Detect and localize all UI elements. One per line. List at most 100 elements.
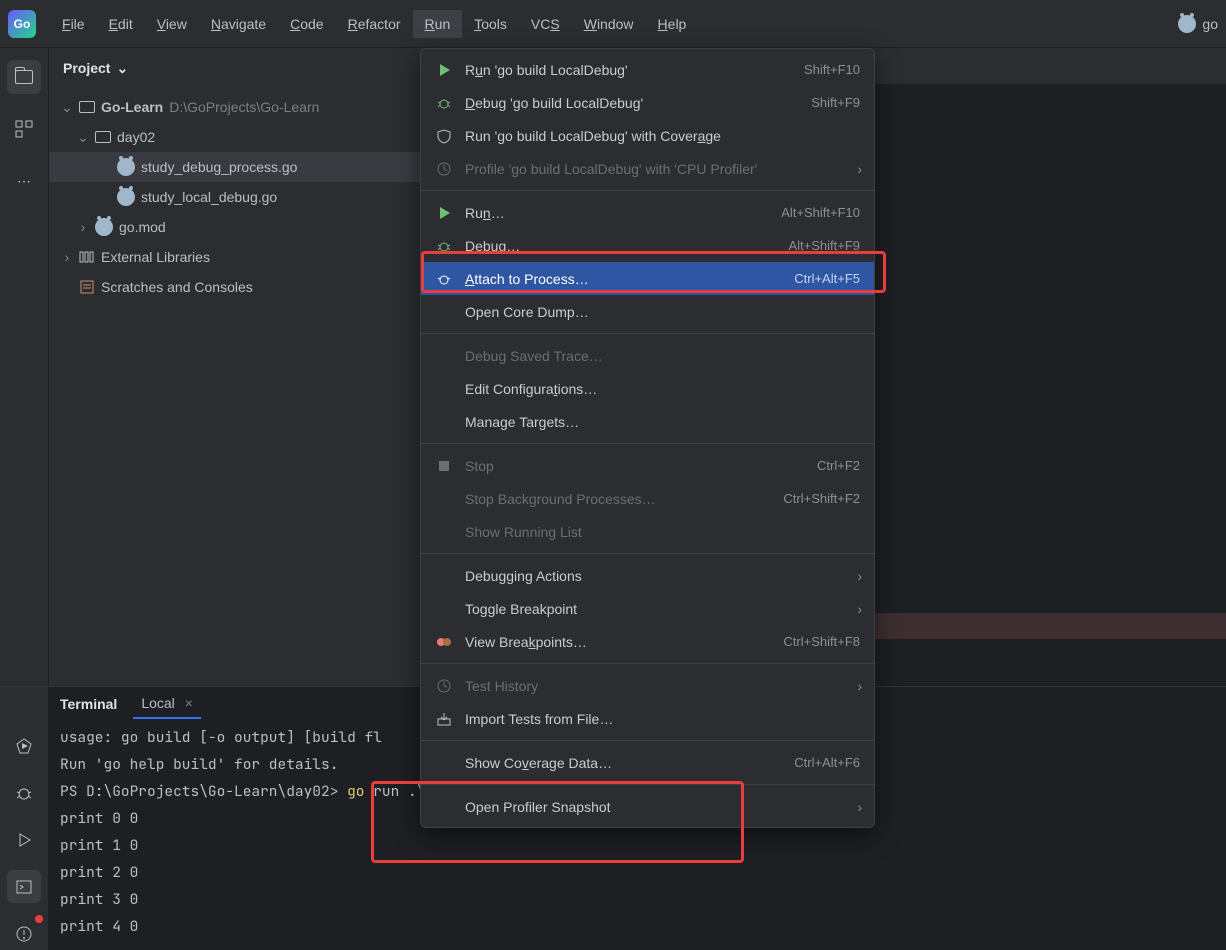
- menu-edit[interactable]: Edit: [97, 10, 145, 38]
- menu-help[interactable]: Help: [646, 10, 699, 38]
- debug-button[interactable]: [7, 777, 41, 810]
- play-icon: [15, 831, 33, 849]
- menu-item-show-coverage-data[interactable]: Show Coverage Data…Ctrl+Alt+F6: [421, 746, 874, 779]
- menu-item-run[interactable]: Run…Alt+Shift+F10: [421, 196, 874, 229]
- tree-root[interactable]: ⌄ Go-Learn D:\GoProjects\Go-Learn: [49, 92, 420, 122]
- menu-item-label: Stop Background Processes…: [465, 491, 771, 507]
- tree-file-gomod[interactable]: › go.mod: [49, 212, 420, 242]
- menu-item-debugging-actions[interactable]: Debugging Actions›: [421, 559, 874, 592]
- menu-item-view-breakpoints[interactable]: View Breakpoints…Ctrl+Shift+F8: [421, 625, 874, 658]
- menu-navigate[interactable]: Navigate: [199, 10, 278, 38]
- menu-shortcut: Ctrl+Alt+F6: [794, 755, 860, 770]
- menu-item-run-go-build-localdebug-with-coverage[interactable]: Run 'go build LocalDebug' with Coverage: [421, 119, 874, 152]
- menu-item-label: Show Running List: [465, 524, 860, 540]
- tree-external-libraries[interactable]: › External Libraries: [49, 242, 420, 272]
- menu-shortcut: Shift+F9: [811, 95, 860, 110]
- left-tool-strip: ⋯: [0, 48, 48, 686]
- chevron-right-icon: ›: [857, 678, 862, 694]
- menu-item-stop: Stop Ctrl+F2: [421, 449, 874, 482]
- cov-icon: [435, 128, 453, 144]
- warning-icon: [15, 925, 33, 943]
- menu-item-label: Edit Configurations…: [465, 381, 860, 397]
- terminal-line: print 3 0: [60, 886, 1216, 913]
- menu-item-edit-configurations[interactable]: Edit Configurations…: [421, 372, 874, 405]
- chevron-right-icon: ›: [77, 219, 89, 235]
- go-file-icon: [117, 188, 135, 206]
- menu-item-debug[interactable]: Debug…Alt+Shift+F9: [421, 229, 874, 262]
- run-config-label[interactable]: go: [1202, 16, 1218, 32]
- debug-icon: [435, 95, 453, 111]
- run-icon: [435, 205, 453, 221]
- menu-vcs[interactable]: VCS: [519, 10, 572, 38]
- menu-item-label: Toggle Breakpoint: [465, 601, 860, 617]
- menu-separator: [421, 740, 874, 741]
- bp-icon: [435, 634, 453, 650]
- folder-icon: [79, 101, 95, 113]
- prof-icon: [435, 161, 453, 177]
- menu-item-test-history: Test History›: [421, 669, 874, 702]
- problems-button[interactable]: [7, 917, 41, 950]
- menu-run[interactable]: Run: [413, 10, 463, 38]
- menu-item-manage-targets[interactable]: Manage Targets…: [421, 405, 874, 438]
- terminal-title: Terminal: [60, 696, 117, 712]
- project-header[interactable]: Project ⌄: [49, 48, 420, 88]
- terminal-button[interactable]: [7, 870, 41, 903]
- menu-item-run-go-build-localdebug[interactable]: Run 'go build LocalDebug' Shift+F10: [421, 53, 874, 86]
- run-button[interactable]: [7, 824, 41, 857]
- tree-scratches[interactable]: Scratches and Consoles: [49, 272, 420, 302]
- chevron-down-icon: ⌄: [116, 60, 128, 77]
- terminal-tab-local[interactable]: Local ×: [133, 689, 201, 719]
- menubar: Go FileEditViewNavigateCodeRefactorRunTo…: [0, 0, 1226, 48]
- terminal-icon: [15, 878, 33, 896]
- menu-item-label: Manage Targets…: [465, 414, 860, 430]
- menu-separator: [421, 333, 874, 334]
- tree-file-study-debug-process[interactable]: study_debug_process.go: [49, 152, 420, 182]
- debug-icon: [435, 238, 453, 254]
- terminal-line: print 2 0: [60, 859, 1216, 886]
- terminal-side-bar: [0, 720, 48, 950]
- run-menu-dropdown: Run 'go build LocalDebug' Shift+F10 Debug …: [420, 48, 875, 828]
- menu-shortcut: Shift+F10: [804, 62, 860, 77]
- library-icon: [79, 249, 95, 265]
- menu-shortcut: Ctrl+Shift+F8: [783, 634, 860, 649]
- menu-code[interactable]: Code: [278, 10, 335, 38]
- menu-window[interactable]: Window: [572, 10, 646, 38]
- structure-tool-button[interactable]: [7, 112, 41, 146]
- root-path: D:\GoProjects\Go-Learn: [169, 99, 319, 115]
- menu-item-label: Debug Saved Trace…: [465, 348, 860, 364]
- menu-view[interactable]: View: [145, 10, 199, 38]
- menu-item-open-profiler-snapshot[interactable]: Open Profiler Snapshot›: [421, 790, 874, 823]
- chevron-right-icon: ›: [857, 799, 862, 815]
- import-icon: [435, 711, 453, 727]
- file-label: study_debug_process.go: [141, 159, 297, 175]
- menu-item-stop-background-processes: Stop Background Processes…Ctrl+Shift+F2: [421, 482, 874, 515]
- terminal-line: print 1 0: [60, 832, 1216, 859]
- menubar-right: go: [1178, 15, 1218, 33]
- terminal-line: print 4 0: [60, 913, 1216, 940]
- menu-shortcut: Alt+Shift+F9: [788, 238, 860, 253]
- menu-item-label: Debug 'go build LocalDebug': [465, 95, 799, 111]
- project-tool-button[interactable]: [7, 60, 41, 94]
- menu-item-toggle-breakpoint[interactable]: Toggle Breakpoint›: [421, 592, 874, 625]
- menu-item-label: Run 'go build LocalDebug' with Coverage: [465, 128, 860, 144]
- structure-icon: [15, 120, 33, 138]
- menu-item-debug-saved-trace: Debug Saved Trace…: [421, 339, 874, 372]
- menu-item-label: Stop: [465, 458, 805, 474]
- menu-item-label: Debugging Actions: [465, 568, 860, 584]
- menu-refactor[interactable]: Refactor: [336, 10, 413, 38]
- menu-separator: [421, 190, 874, 191]
- menu-item-label: Run 'go build LocalDebug': [465, 62, 792, 78]
- menu-item-attach-to-process[interactable]: Attach to Process…Ctrl+Alt+F5: [421, 262, 874, 295]
- menu-file[interactable]: File: [50, 10, 97, 38]
- close-icon[interactable]: ×: [185, 695, 193, 711]
- menu-shortcut: Ctrl+F2: [817, 458, 860, 473]
- tree-file-study-local-debug[interactable]: study_local_debug.go: [49, 182, 420, 212]
- menu-item-debug-go-build-localdebug[interactable]: Debug 'go build LocalDebug' Shift+F9: [421, 86, 874, 119]
- menu-item-open-core-dump[interactable]: Open Core Dump…: [421, 295, 874, 328]
- menu-item-label: Test History: [465, 678, 860, 694]
- services-button[interactable]: [7, 730, 41, 763]
- menu-tools[interactable]: Tools: [462, 10, 519, 38]
- tree-folder-day02[interactable]: ⌄ day02: [49, 122, 420, 152]
- menu-item-import-tests-from-file[interactable]: Import Tests from File…: [421, 702, 874, 735]
- more-tool-button[interactable]: ⋯: [7, 164, 41, 198]
